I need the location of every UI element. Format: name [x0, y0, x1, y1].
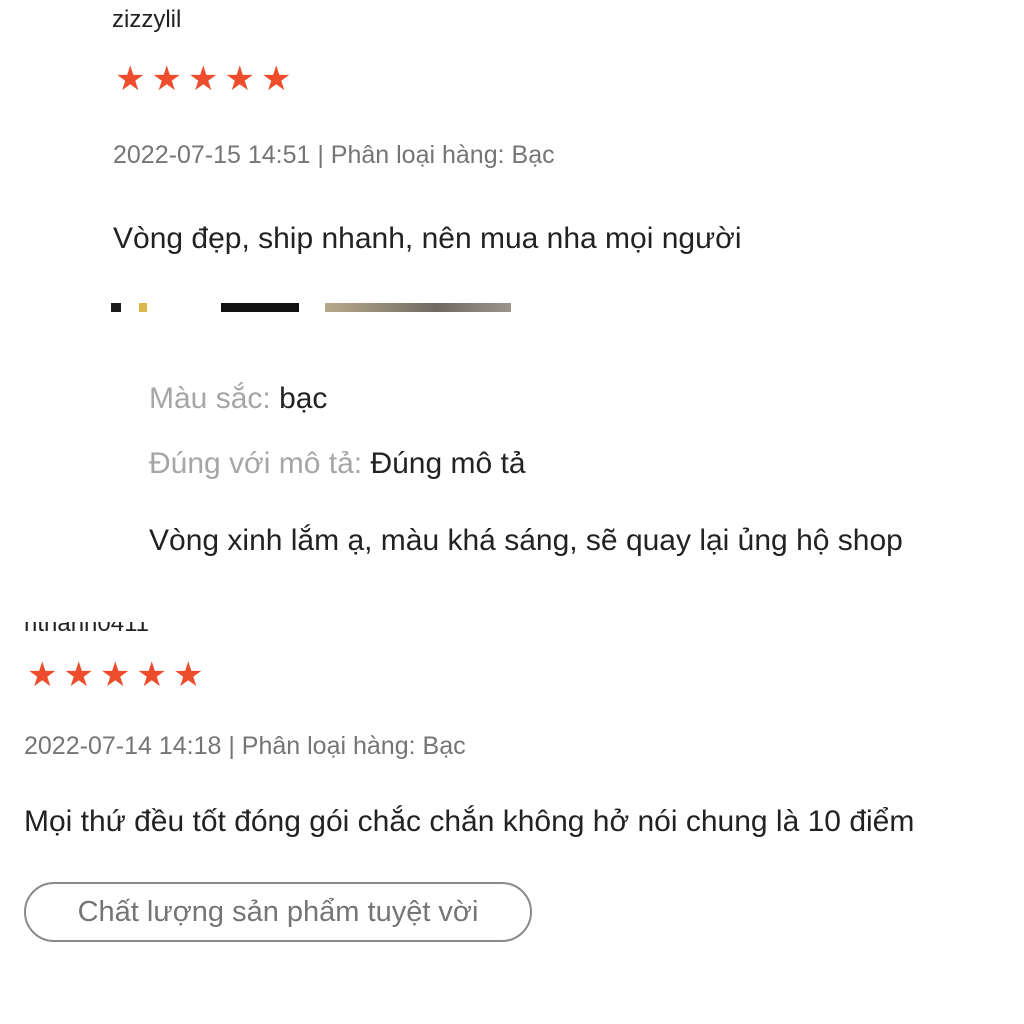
media-thumbnail[interactable] — [111, 303, 121, 312]
review-username: zizzylil — [112, 6, 182, 33]
media-thumbnail[interactable] — [139, 303, 147, 312]
review-comment: Mọi thứ đều tốt đóng gói chắc chắn không… — [24, 805, 915, 838]
media-thumbnail[interactable] — [325, 303, 511, 312]
match-label: Đúng với mô tả: — [149, 447, 363, 480]
color-attribute: Màu sắc: bạc — [149, 382, 327, 416]
username-clip: nthanh0411 — [24, 622, 324, 634]
star-icon: ★ — [136, 656, 167, 694]
star-rating: ★ ★ ★ ★ ★ — [115, 62, 291, 96]
review-media-strip[interactable] — [111, 303, 511, 312]
star-icon: ★ — [99, 656, 131, 694]
detail-comment: Vòng xinh lắm ạ, màu khá sáng, sẽ quay l… — [149, 524, 903, 557]
star-icon: ★ — [260, 60, 292, 98]
review-username: nthanh0411 — [24, 622, 149, 634]
review-meta: 2022-07-14 14:18 | Phân loại hàng: Bạc — [24, 732, 466, 761]
variation-value: Bạc — [422, 732, 466, 760]
meta-separator: | — [228, 732, 235, 760]
review-comment: Vòng đẹp, ship nhanh, nên mua nha mọi ng… — [113, 222, 742, 255]
star-icon: ★ — [224, 60, 255, 98]
review-meta: 2022-07-15 14:51 | Phân loại hàng: Bạc — [113, 141, 555, 170]
color-label: Màu sắc: — [149, 382, 271, 415]
star-icon: ★ — [63, 656, 94, 694]
match-value: Đúng mô tả — [370, 447, 526, 480]
variation-label: Phân loại hàng: — [330, 141, 505, 169]
media-thumbnail[interactable] — [221, 303, 299, 312]
star-icon: ★ — [115, 60, 146, 98]
match-attribute: Đúng với mô tả: Đúng mô tả — [149, 447, 526, 481]
color-value: bạc — [279, 382, 328, 415]
star-icon: ★ — [172, 656, 204, 694]
star-icon: ★ — [151, 60, 182, 98]
review-date: 2022-07-14 14:18 — [24, 732, 222, 760]
review-tag-chip[interactable]: Chất lượng sản phẩm tuyệt vời — [24, 882, 532, 942]
meta-separator: | — [317, 141, 324, 169]
review-date: 2022-07-15 14:51 — [113, 141, 311, 169]
star-icon: ★ — [27, 656, 58, 694]
star-rating: ★ ★ ★ ★ ★ — [27, 658, 203, 692]
variation-label: Phân loại hàng: — [241, 732, 416, 760]
variation-value: Bạc — [511, 141, 555, 169]
star-icon: ★ — [187, 60, 219, 98]
